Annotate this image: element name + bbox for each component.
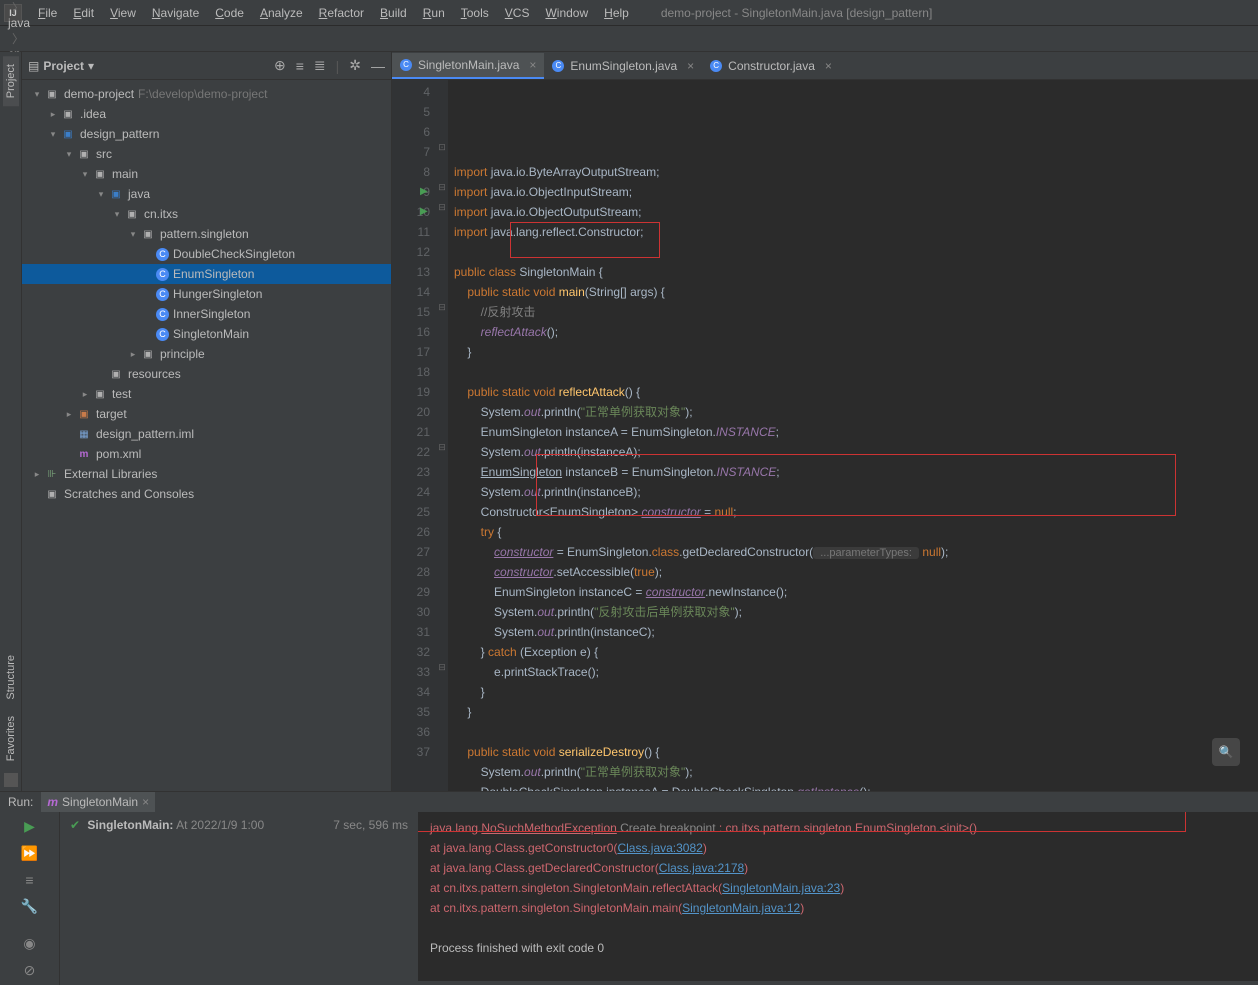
run-config-tab[interactable]: m SingletonMain × [41,792,155,812]
tool-windows-icon[interactable] [4,773,18,787]
stop-icon[interactable]: ⏩ [21,845,38,862]
editor-tab[interactable]: CConstructor.java× [702,53,840,79]
close-icon[interactable]: × [142,795,149,809]
tree-item[interactable]: ▾▣design_pattern [22,124,391,144]
tree-item[interactable]: ▸⊪External Libraries [22,464,391,484]
menu-view[interactable]: View [102,4,144,22]
menu-navigate[interactable]: Navigate [144,4,207,22]
layout-icon[interactable]: ≡ [25,872,33,888]
show-icon[interactable]: ◉ [23,935,35,952]
menu-code[interactable]: Code [207,4,252,22]
tree-item[interactable]: CSingletonMain [22,324,391,344]
tree-item[interactable]: ▸▣principle [22,344,391,364]
menu-build[interactable]: Build [372,4,415,22]
menu-window[interactable]: Window [537,4,596,22]
tree-item[interactable]: ▾▣main [22,164,391,184]
tree-item[interactable]: CInnerSingleton [22,304,391,324]
structure-tool-tab[interactable]: Structure [3,647,19,708]
tree-item[interactable]: ▾▣cn.itxs [22,204,391,224]
run-status-name: SingletonMain: [87,818,173,832]
run-time: At 2022/1/9 1:00 [176,818,264,832]
breadcrumb-item[interactable]: java [8,16,101,30]
tree-item[interactable]: CEnumSingleton [22,264,391,284]
fold-gutter[interactable]: ⊡⊟⊟⊟⊟⊟ [436,80,448,791]
project-panel-title[interactable]: Project [43,59,84,73]
menu-run[interactable]: Run [415,4,453,22]
run-label: Run: [8,795,33,809]
tree-item[interactable]: ▾▣src [22,144,391,164]
tree-item[interactable]: ▾▣pattern.singleton [22,224,391,244]
tree-item[interactable]: ▣Scratches and Consoles [22,484,391,504]
gutter[interactable]: 45678▶9▶10111213141516171819202122232425… [392,80,436,791]
close-tab-icon[interactable]: × [529,58,536,72]
success-icon: ✔ [70,818,80,832]
tree-item[interactable]: ▸▣target [22,404,391,424]
editor-area: CSingletonMain.java×CEnumSingleton.java×… [392,52,1258,791]
run-status-row: ✔ SingletonMain: At 2022/1/9 1:00 7 sec,… [70,818,408,832]
close-tab-icon[interactable]: × [825,59,832,73]
project-panel-header: ▤ Project ▾ ⊕ ≡ ≣ | ✲ — [22,52,391,80]
run-tab-label: SingletonMain [62,795,138,809]
window-title: demo-project - SingletonMain.java [desig… [661,6,933,20]
favorites-tool-tab[interactable]: Favorites [3,708,19,769]
menu-refactor[interactable]: Refactor [311,4,372,22]
editor-tab[interactable]: CEnumSingleton.java× [544,53,702,79]
tree-item[interactable]: ▦design_pattern.iml [22,424,391,444]
project-panel: ▤ Project ▾ ⊕ ≡ ≣ | ✲ — ▾▣demo-projectF:… [22,52,392,791]
search-float-icon[interactable]: 🔍 [1212,738,1240,766]
settings-icon[interactable]: 🔧 [21,898,38,915]
code-body[interactable]: import java.io.ByteArrayOutputStream;imp… [448,80,1258,791]
editor-tabs: CSingletonMain.java×CEnumSingleton.java×… [392,52,1258,80]
menubar: IJ FileEditViewNavigateCodeAnalyzeRefact… [0,0,1258,26]
project-tool-tab[interactable]: Project [3,56,19,106]
menu-analyze[interactable]: Analyze [252,4,311,22]
highlight-box-constructor [536,454,1176,516]
left-tool-strip: Project Structure Favorites [0,52,22,791]
expand-all-icon[interactable]: ≡ [296,58,304,74]
rerun-icon[interactable]: ▶ [24,818,35,835]
run-duration: 7 sec, 596 ms [333,818,408,832]
tree-item[interactable]: CHungerSingleton [22,284,391,304]
project-tree[interactable]: ▾▣demo-projectF:\develop\demo-project▸▣.… [22,80,391,791]
pin-icon[interactable]: ⊘ [24,962,36,979]
hide-icon[interactable]: — [371,58,385,74]
tree-item[interactable]: ▣resources [22,364,391,384]
run-tool-window: Run: m SingletonMain × ▶ ⏩ ≡ 🔧 ◉ ⊘ ✔ Sin… [0,791,1258,981]
breadcrumb: demo-project〉design_pattern〉src〉main〉jav… [0,26,1258,52]
main-icon: m [47,795,58,809]
tree-item[interactable]: ▸▣.idea [22,104,391,124]
tree-item[interactable]: ▾▣java [22,184,391,204]
menu-vcs[interactable]: VCS [497,4,538,22]
menu-tools[interactable]: Tools [453,4,497,22]
run-console[interactable]: java.lang.NoSuchMethodException Create b… [418,812,1258,985]
run-header: Run: m SingletonMain × [0,792,1258,812]
collapse-all-icon[interactable]: ≣ [314,57,326,74]
menu-help[interactable]: Help [596,4,637,22]
tree-item[interactable]: ▾▣demo-projectF:\develop\demo-project [22,84,391,104]
project-view-icon: ▤ [28,59,39,73]
select-opened-icon[interactable]: ⊕ [274,57,286,74]
settings-icon[interactable]: ✲ [349,57,361,74]
chevron-down-icon[interactable]: ▾ [88,59,94,73]
tree-item[interactable]: mpom.xml [22,444,391,464]
highlight-box-reflectattack [510,222,660,258]
editor-tab[interactable]: CSingletonMain.java× [392,53,544,79]
tree-item[interactable]: ▸▣test [22,384,391,404]
run-status-panel: ✔ SingletonMain: At 2022/1/9 1:00 7 sec,… [60,812,418,985]
run-toolbar: ▶ ⏩ ≡ 🔧 ◉ ⊘ [0,812,60,985]
close-tab-icon[interactable]: × [687,59,694,73]
code-editor[interactable]: 45678▶9▶10111213141516171819202122232425… [392,80,1258,791]
tree-item[interactable]: CDoubleCheckSingleton [22,244,391,264]
